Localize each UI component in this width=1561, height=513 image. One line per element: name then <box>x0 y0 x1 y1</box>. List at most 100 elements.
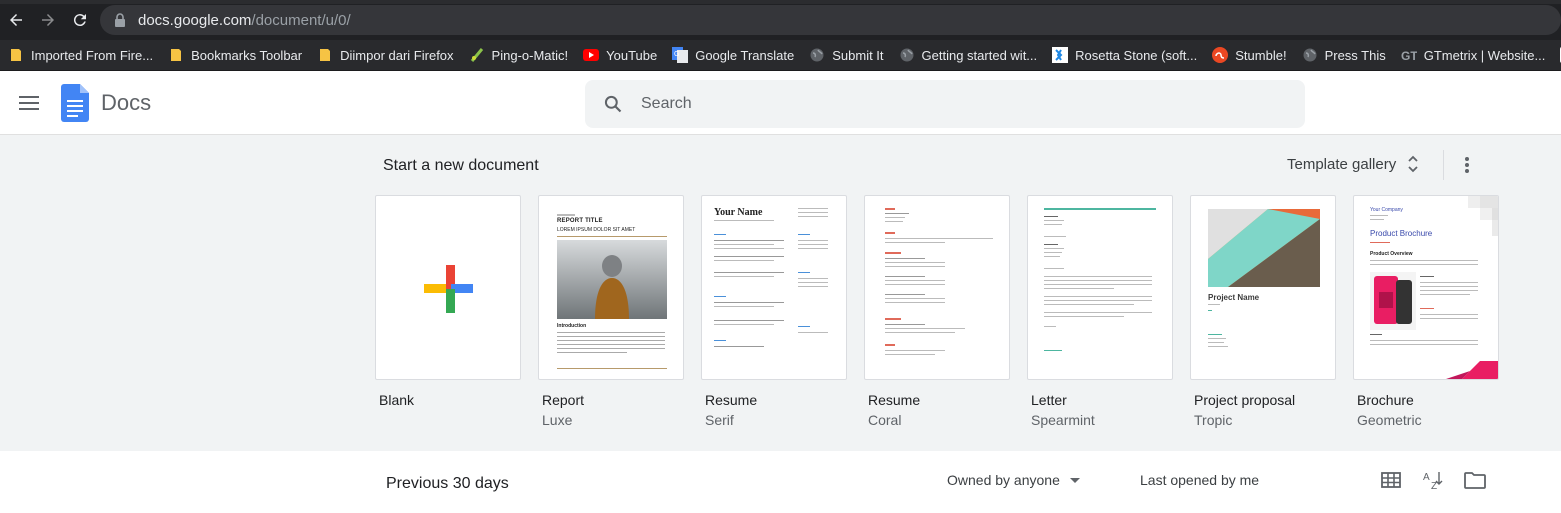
grid-view-button[interactable] <box>1378 467 1404 493</box>
url-text: docs.google.com/document/u/0/ <box>138 12 351 29</box>
template-style: Geometric <box>1357 412 1422 428</box>
bookmark-label: Ping-o-Matic! <box>491 47 569 63</box>
template-style: Coral <box>868 412 902 428</box>
template-name: Brochure <box>1357 392 1414 408</box>
template-resume-coral[interactable]: Resume Coral <box>864 195 1010 428</box>
template-report-luxe[interactable]: REPORT TITLE LOREM IPSUM DOLOR SIT AMET … <box>538 195 684 428</box>
template-thumbnail[interactable]: Your Name <box>701 195 847 380</box>
template-name: Letter <box>1031 392 1067 408</box>
thumb-text-line <box>1044 220 1064 221</box>
thumb-text-line <box>798 286 828 287</box>
bookmark-item[interactable]: Imported From Fire... <box>0 40 160 70</box>
template-gallery-button[interactable]: Template gallery <box>1287 155 1418 173</box>
search-input[interactable] <box>641 95 1241 113</box>
thumb-project-name: Project Name <box>1208 293 1260 302</box>
template-resume-serif[interactable]: Your Name Resume Serif <box>701 195 847 428</box>
thumb-text-line <box>885 350 945 351</box>
thumb-text-line <box>885 258 925 259</box>
thumb-text-line <box>1044 248 1064 249</box>
bookmark-item[interactable]: Getting started wit... <box>891 40 1045 70</box>
arrow-left-icon <box>10 14 22 26</box>
thumb-text-line <box>714 346 764 347</box>
thumb-text-line <box>1208 338 1226 339</box>
bookmark-item[interactable]: GT GTmetrix | Website... <box>1393 40 1553 70</box>
template-thumbnail[interactable]: REPORT TITLE LOREM IPSUM DOLOR SIT AMET … <box>538 195 684 380</box>
bookmark-item[interactable]: Bookmarks Toolbar <box>160 40 309 70</box>
template-thumbnail[interactable] <box>1027 195 1173 380</box>
more-options-button[interactable] <box>1452 150 1482 180</box>
thumb-text-line <box>714 306 774 307</box>
search-box[interactable] <box>585 80 1305 128</box>
bookmark-item[interactable]: G Google Translate <box>664 40 801 70</box>
thumb-text-line <box>1420 290 1478 291</box>
owner-filter-dropdown[interactable]: Owned by anyone <box>947 472 1080 488</box>
folder-icon <box>1464 472 1486 489</box>
template-project-proposal-tropic[interactable]: Project Name Project proposal Tropic <box>1190 195 1336 428</box>
file-picker-button[interactable] <box>1462 467 1488 493</box>
thumb-text-line <box>557 332 665 333</box>
bookmark-item[interactable]: Ping-o-Matic! <box>461 40 576 70</box>
thumb-text-line <box>1420 314 1478 315</box>
thumb-text-line <box>1370 219 1384 220</box>
thumb-text-line <box>714 260 774 261</box>
thumb-text-line <box>1044 284 1152 285</box>
thumb-text-line <box>885 262 945 263</box>
thumb-resume-name: Your Name <box>714 207 763 218</box>
thumb-brochure-title: Product Brochure <box>1370 229 1433 238</box>
youtube-icon <box>583 47 600 63</box>
thumb-text-line <box>885 266 945 267</box>
bookmark-item[interactable]: Submit It <box>801 40 890 70</box>
bookmark-label: Imported From Fire... <box>31 47 154 63</box>
thumb-heading-line <box>798 272 810 273</box>
template-brochure-geometric[interactable]: Your Company Product Brochure Product Ov… <box>1353 195 1499 428</box>
divider <box>1443 150 1444 180</box>
bookmark-item[interactable]: aAmazon.c <box>1552 40 1561 70</box>
thumb-text-line <box>557 336 665 337</box>
sort-options-button[interactable]: AZ <box>1420 467 1446 493</box>
bookmark-item[interactable]: Rosetta Stone (soft... <box>1044 40 1204 70</box>
thumb-text-line <box>557 344 665 345</box>
template-thumbnail[interactable]: Project Name <box>1190 195 1336 380</box>
sort-label[interactable]: Last opened by me <box>1140 472 1259 488</box>
thumb-heading-line <box>798 326 810 327</box>
thumb-heading-line <box>714 296 726 297</box>
bookmark-item[interactable]: YouTube <box>575 40 664 70</box>
thumb-text-line <box>1420 294 1470 295</box>
thumb-heading-line <box>885 344 895 346</box>
bookmark-item[interactable]: Press This <box>1294 40 1393 70</box>
bookmark-label: Press This <box>1324 47 1386 63</box>
bookmark-label: Rosetta Stone (soft... <box>1075 47 1198 63</box>
search-icon[interactable] <box>585 94 641 114</box>
app-title[interactable]: Docs <box>101 90 151 116</box>
template-thumbnail[interactable]: Your Company Product Brochure Product Ov… <box>1353 195 1499 380</box>
rosetta-icon <box>1052 47 1069 63</box>
back-button[interactable] <box>0 4 32 36</box>
bookmark-item[interactable]: Stumble! <box>1204 40 1293 70</box>
forward-button[interactable] <box>32 4 64 36</box>
thumb-report-section: Introduction <box>557 323 587 329</box>
template-letter-spearmint[interactable]: Letter Spearmint <box>1027 195 1173 428</box>
thumb-phone-image <box>1370 272 1416 330</box>
bookmark-label: Getting started wit... <box>921 47 1038 63</box>
main-menu-button[interactable] <box>5 79 53 127</box>
thumb-text-line <box>798 332 828 333</box>
thumb-text-line <box>798 244 828 245</box>
bookmark-item[interactable]: Diimpor dari Firefox <box>309 40 460 70</box>
thumb-text-line <box>557 348 665 349</box>
thumb-text-line <box>1044 304 1134 305</box>
template-list: Blank REPORT TITLE LOREM IPSUM DOLOR SIT… <box>375 195 1516 428</box>
template-thumbnail[interactable] <box>375 195 521 380</box>
svg-text:Z: Z <box>1431 481 1437 490</box>
reload-button[interactable] <box>64 4 96 36</box>
thumb-text-line <box>714 248 784 249</box>
docs-logo-icon[interactable] <box>61 83 89 122</box>
address-bar[interactable]: docs.google.com/document/u/0/ <box>100 5 1561 35</box>
template-blank[interactable]: Blank <box>375 195 521 428</box>
recent-section-title: Previous 30 days <box>386 475 509 492</box>
thumb-accent-bar <box>1044 208 1156 210</box>
thumb-report-subtitle: LOREM IPSUM DOLOR SIT AMET <box>557 227 636 233</box>
thumb-text-line <box>557 352 627 353</box>
thumb-text-line <box>714 256 784 257</box>
unfold-icon <box>1408 155 1418 173</box>
template-thumbnail[interactable] <box>864 195 1010 380</box>
